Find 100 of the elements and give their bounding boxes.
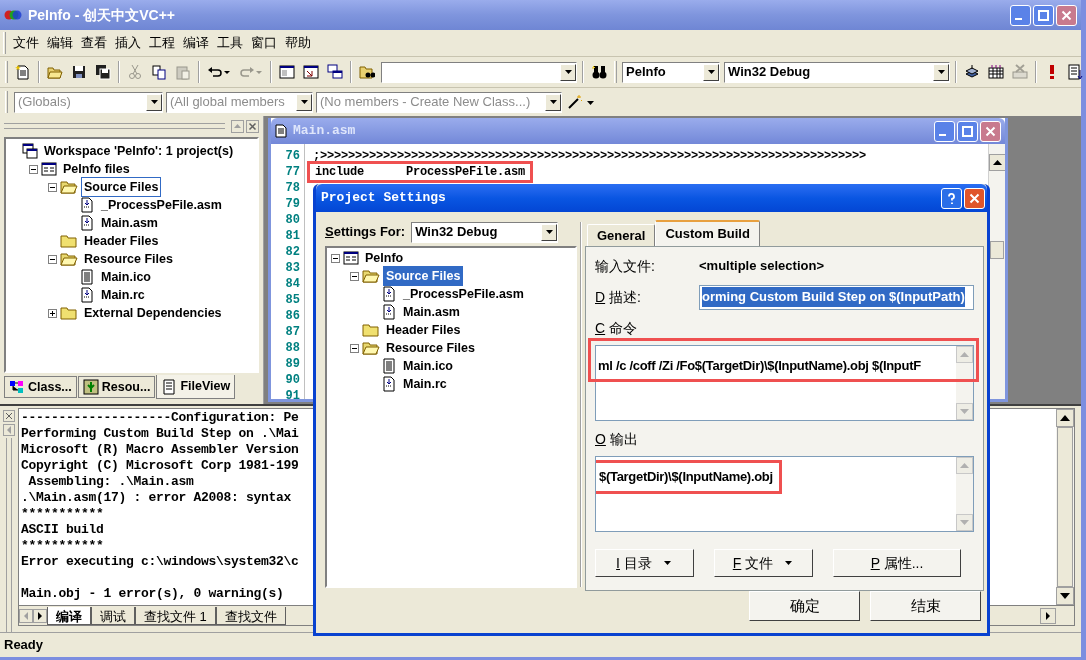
output-tab[interactable]: 调试 <box>91 606 135 625</box>
minus-box-icon[interactable] <box>29 164 38 174</box>
field-label: 输入文件: <box>595 256 656 276</box>
help-button[interactable] <box>941 187 962 209</box>
text-file-icon <box>381 358 397 374</box>
binoculars-icon[interactable] <box>591 64 607 80</box>
editor-title: Main.asm <box>293 122 357 141</box>
tab[interactable]: General <box>587 224 656 246</box>
text-file-icon <box>79 269 95 285</box>
window-title: PeInfo - 创天中文VC++ <box>28 5 177 25</box>
tree-item[interactable]: Source Files <box>81 176 162 198</box>
output-tab[interactable]: 编译 <box>47 606 91 625</box>
tree-item[interactable]: Source Files <box>383 265 464 287</box>
magic-wand-icon[interactable] <box>567 94 597 110</box>
field-label: Settings For: <box>325 223 406 242</box>
undo-icon[interactable] <box>207 64 231 80</box>
output-tab[interactable]: 查找文件 <box>215 606 286 625</box>
minimize-icon <box>1015 18 1022 20</box>
field-value: ml /c /coff /Zi /Fo$(TargetDir)\$(InputName).obj $(InputF <box>598 357 921 375</box>
output-tab[interactable]: 查找文件 1 <box>135 606 216 625</box>
scroll-bar[interactable] <box>988 144 1005 399</box>
minus-box-icon[interactable] <box>350 343 359 353</box>
menu-item[interactable]: 帮助 <box>281 33 315 53</box>
combo-box[interactable] <box>381 61 577 83</box>
close-pane-icon[interactable] <box>246 119 259 133</box>
menu-item[interactable]: 工程 <box>145 33 179 53</box>
close-button[interactable] <box>1056 4 1077 26</box>
panel-tab[interactable]: Resou... <box>77 376 156 398</box>
combo-box[interactable]: PeInfo <box>622 61 720 83</box>
menu-item[interactable]: 编译 <box>179 33 213 53</box>
line-number: 85 <box>284 292 301 308</box>
minus-box-icon[interactable] <box>350 271 359 281</box>
menu-item[interactable]: 插入 <box>111 33 145 53</box>
menu-item[interactable]: 查看 <box>77 33 111 53</box>
minus-box-icon[interactable] <box>48 254 57 264</box>
scroll-thumb[interactable] <box>1057 427 1073 587</box>
close-button[interactable] <box>980 120 1001 142</box>
list-icon[interactable] <box>1068 64 1084 80</box>
dialog-button[interactable]: I 目录 <box>595 549 694 577</box>
plus-box-icon[interactable] <box>48 308 57 318</box>
line-number: 90 <box>284 372 301 388</box>
tab[interactable]: Custom Build <box>655 220 760 246</box>
dialog-button[interactable]: F 文件 <box>714 549 813 577</box>
save-icon[interactable] <box>71 64 87 80</box>
build-icon[interactable] <box>988 64 1004 80</box>
close-button[interactable] <box>964 187 985 209</box>
panel-tab[interactable]: Class... <box>4 376 77 398</box>
maximize-icon <box>1037 8 1050 22</box>
close-pane-icon[interactable] <box>3 410 15 422</box>
minus-box-icon[interactable] <box>48 182 57 192</box>
scroll-bar[interactable] <box>1056 409 1074 605</box>
maximize-icon <box>961 124 974 138</box>
scroll-right-icon[interactable] <box>1040 607 1056 624</box>
windows-icon[interactable] <box>327 64 343 80</box>
menu-item[interactable]: 工具 <box>213 33 247 53</box>
menu-item[interactable]: 编辑 <box>43 33 77 53</box>
folder-icon <box>60 305 78 321</box>
line-number: 87 <box>284 324 301 340</box>
output-line: Error executing c:\windows\system32\c <box>21 554 299 570</box>
source-file-icon <box>79 215 95 231</box>
open-folder-icon[interactable] <box>47 64 63 80</box>
copy-icon[interactable] <box>151 64 167 80</box>
window-icon[interactable] <box>279 64 295 80</box>
scroll-up-icon[interactable] <box>989 154 1005 171</box>
panel-tab[interactable]: FileView <box>156 375 236 399</box>
scroll-right-icon[interactable] <box>33 608 47 623</box>
project-icon <box>343 250 359 266</box>
combo-box[interactable]: Win32 Debug <box>724 61 950 83</box>
new-file-icon[interactable] <box>15 64 31 80</box>
minimize-button[interactable] <box>934 120 955 142</box>
find-in-files-icon[interactable] <box>359 64 375 80</box>
input-field[interactable]: orming Custom Build Step on $(InputPath) <box>699 284 974 310</box>
output-line: .\Main.asm(17) : error A2008: syntax <box>21 490 292 506</box>
menu-item[interactable]: 文件 <box>9 33 43 53</box>
maximize-button[interactable] <box>1033 4 1054 26</box>
source-file-icon <box>79 197 95 213</box>
line-number: 78 <box>284 180 301 196</box>
scroll-up-icon[interactable] <box>1056 409 1074 427</box>
line-number: 80 <box>284 212 301 228</box>
close-icon <box>1060 8 1073 22</box>
scroll-thumb[interactable] <box>990 241 1004 259</box>
source-file-icon <box>79 287 95 303</box>
folder-icon <box>60 233 78 249</box>
line-number: 84 <box>284 276 301 292</box>
save-all-icon[interactable] <box>95 64 111 80</box>
dialog-button[interactable]: 确定 <box>749 591 860 621</box>
compile-icon[interactable] <box>964 64 980 80</box>
combo-box[interactable]: Win32 Debug <box>411 221 559 243</box>
maximize-button[interactable] <box>957 120 978 142</box>
close-icon <box>984 124 997 138</box>
dialog-button[interactable]: P 属性... <box>833 549 961 577</box>
output-line: ASCII build <box>21 522 104 538</box>
menu-item[interactable]: 窗口 <box>247 33 281 53</box>
dialog-button[interactable]: 结束 <box>870 591 981 621</box>
minus-box-icon[interactable] <box>331 253 340 263</box>
scroll-down-icon[interactable] <box>1056 587 1074 605</box>
minimize-button[interactable] <box>1010 4 1031 26</box>
output-line: Assembling: .\Main.asm <box>27 474 194 490</box>
project-icon <box>41 161 57 177</box>
output-window-icon[interactable] <box>303 64 319 80</box>
